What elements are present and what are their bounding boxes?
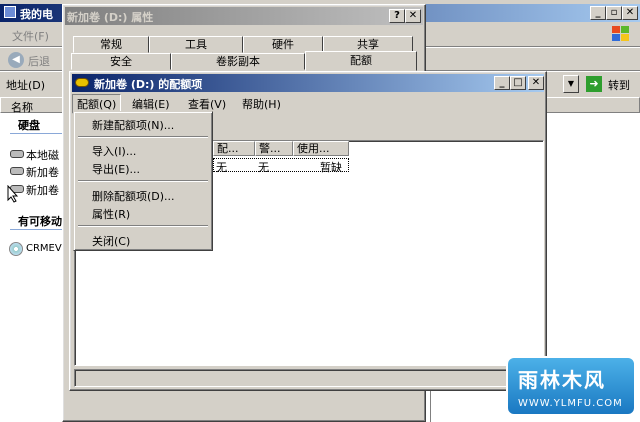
drive-local[interactable]: 本地磁 <box>0 147 64 162</box>
column-header-warning[interactable]: 警... <box>255 141 293 156</box>
explorer-maximize-button[interactable]: ▫ <box>606 6 622 20</box>
drive-new1[interactable]: 新加卷 <box>0 164 64 179</box>
watermark-logo: 雨林木风 WWW.YLMFU.COM <box>506 356 636 416</box>
menu-item-properties[interactable]: 属性(R) <box>92 206 130 222</box>
quota-menubar: 配额(Q) 编辑(E) 查看(V) 帮助(H) <box>72 94 544 114</box>
column-header-limit[interactable]: 配... <box>213 141 255 156</box>
go-label: 转到 <box>608 79 630 92</box>
tab-security[interactable]: 安全 <box>71 53 171 70</box>
properties-close-button[interactable]: ✕ <box>405 9 421 23</box>
menu-help[interactable]: 帮助(H) <box>242 96 281 112</box>
back-arrow-icon: ◀ <box>8 52 24 68</box>
quota-maximize-button[interactable]: □ <box>510 76 526 90</box>
watermark-brand: 雨林木风 <box>518 368 606 392</box>
properties-title: 新加卷 (D:) 属性 <box>67 11 154 24</box>
menu-view[interactable]: 查看(V) <box>188 96 226 112</box>
menu-item-close[interactable]: 关闭(C) <box>92 233 130 249</box>
cd-drive-icon <box>9 242 23 256</box>
computer-icon <box>4 6 16 18</box>
quota-window-icon <box>75 78 89 87</box>
quota-row-limit: 无 <box>216 161 227 174</box>
tab-quota[interactable]: 配额 <box>305 51 417 71</box>
section-hdd: 硬盘 <box>18 119 40 132</box>
menu-item-import[interactable]: 导入(I)... <box>92 143 136 159</box>
properties-titlebar: 新加卷 (D:) 属性 <box>65 7 423 25</box>
menu-item-new-quota-entry[interactable]: 新建配额项(N)... <box>92 117 174 133</box>
properties-help-button[interactable]: ? <box>389 9 405 23</box>
go-arrow-icon: ➜ <box>586 76 602 92</box>
tab-shadow-copies[interactable]: 卷影副本 <box>171 53 305 70</box>
explorer-minimize-button[interactable]: _ <box>590 6 606 20</box>
explorer-close-button[interactable]: ✕ <box>622 6 638 20</box>
tab-tools[interactable]: 工具 <box>149 36 243 53</box>
windows-logo <box>612 26 632 44</box>
mouse-cursor-icon <box>7 185 19 203</box>
quota-title: 新加卷 (D:) 的配额项 <box>94 78 203 91</box>
quota-statusbar <box>74 369 544 387</box>
menu-item-export[interactable]: 导出(E)... <box>92 161 140 177</box>
address-dropdown-button[interactable]: ▼ <box>563 75 579 93</box>
quota-menu-dropdown: 新建配额项(N)... 导入(I)... 导出(E)... 删除配额项(D)..… <box>73 111 213 251</box>
menu-item-delete-quota-entry[interactable]: 删除配额项(D)... <box>92 188 175 204</box>
quota-titlebar: 新加卷 (D:) 的配额项 <box>72 74 544 92</box>
drive-cd[interactable]: CRMEVO <box>0 242 69 256</box>
back-label: 后退 <box>28 55 50 68</box>
quota-row[interactable]: 无 无 暂缺 <box>213 158 349 174</box>
quota-row-warning: 无 <box>258 161 269 174</box>
drive-icon <box>10 167 24 175</box>
section-removable: 有可移动 <box>18 215 62 228</box>
explorer-title: 我的电 <box>20 8 53 21</box>
go-button[interactable]: ➜ 转到 <box>584 75 636 93</box>
menu-file[interactable]: 文件(F) <box>12 28 49 44</box>
quota-minimize-button[interactable]: _ <box>494 76 510 90</box>
menu-edit[interactable]: 编辑(E) <box>132 96 170 112</box>
tab-general[interactable]: 常规 <box>73 36 149 53</box>
column-header-used[interactable]: 使用... <box>293 141 349 156</box>
watermark-url: WWW.YLMFU.COM <box>518 398 623 409</box>
quota-row-used: 暂缺 <box>320 161 342 174</box>
back-button[interactable]: ◀ 后退 <box>4 50 64 70</box>
drive-icon <box>10 150 24 158</box>
address-label: 地址(D) <box>6 79 46 92</box>
quota-close-button[interactable]: ✕ <box>528 76 544 90</box>
